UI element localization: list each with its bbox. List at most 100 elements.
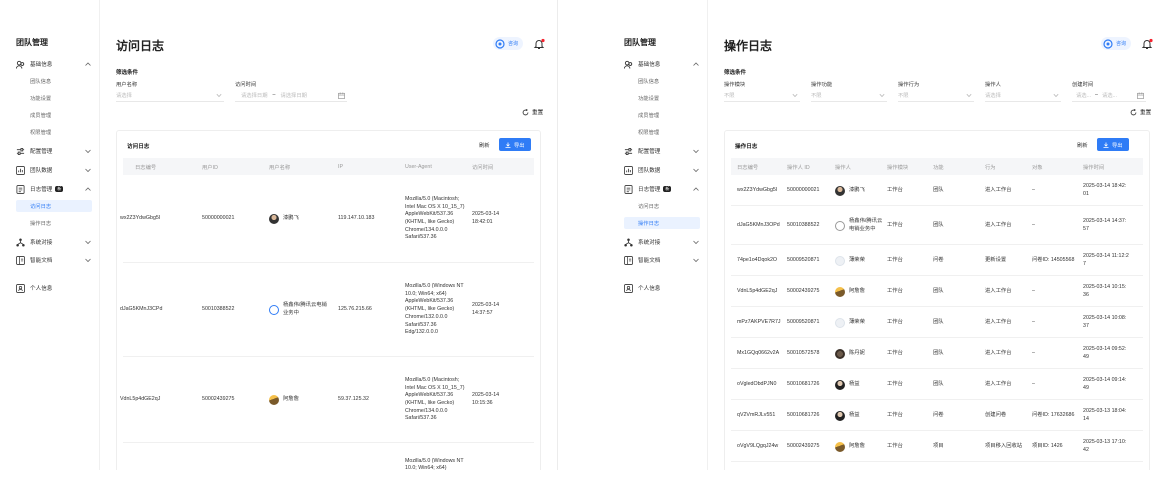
table-row[interactable]: Mozilla/5.0 (Windows NT 10.0; Win64; x64… — [123, 443, 534, 470]
table-row[interactable]: VdnL5p4dGE2qJ 50002439275 阿詹詹 工作台 团队 进入工作台 – 20… — [731, 276, 1143, 307]
table-row[interactable]: qV2VmRJLv551 50010681726 杨益 工作台 问卷 创建问卷 问卷ID: … — [731, 400, 1143, 431]
sidebar-group-logs[interactable]: 日志管理 新 — [624, 182, 702, 196]
ai-assistant-icon — [1103, 38, 1113, 49]
function-cell: 团队 — [933, 318, 944, 325]
target-cell: 问卷ID: 14505568 — [1032, 256, 1075, 263]
sidebar-item-access-log[interactable]: 访问日志 — [16, 200, 92, 212]
sidebar-group-config[interactable]: 配置管理 — [624, 144, 702, 158]
notification-bell-icon[interactable] — [1141, 37, 1153, 49]
access-time-cell: 2025-03-14 10:15:36 — [472, 392, 500, 406]
table-row[interactable]: dJaG5KMnJ3CPd 50010388522 杨鑫伟/腾讯云电销业务中 1… — [120, 263, 534, 357]
action-cell: 进入工作台 — [985, 287, 1012, 294]
operator-select-placeholder: 请选择 — [985, 93, 1001, 99]
ai-consult-button[interactable]: 咨询 — [493, 37, 524, 50]
sidebar-group-docs[interactable]: 智能文档 — [624, 253, 702, 267]
sidebar-group-profile[interactable]: 个人信息 — [16, 281, 94, 295]
ai-consult-button[interactable]: 咨询 — [1101, 37, 1132, 50]
reset-button[interactable]: 重置 — [522, 108, 543, 116]
table-row[interactable]: 74pe1o4Dqok2O 50009520871 薄荣荣 工作台 问卷 更新设置 问卷ID… — [731, 245, 1143, 276]
sidebar-item-feature-settings[interactable]: 功能设置 — [638, 92, 659, 104]
sidebar-group-profile[interactable]: 个人信息 — [624, 281, 702, 295]
user-select-placeholder: 请选择 — [116, 93, 132, 99]
function-select[interactable]: 不限 — [811, 89, 887, 102]
sidebar-item-members[interactable]: 成员管理 — [30, 109, 51, 121]
sidebar-group-basic[interactable]: 基础信息 — [624, 57, 702, 71]
sidebar-group-data[interactable]: 团队数据 — [624, 163, 702, 177]
operation-time-cell: 2025-03-13 15:43:43 — [1083, 462, 1129, 471]
start-date-input[interactable]: 请选... — [1076, 91, 1091, 99]
export-icon — [505, 142, 511, 148]
sidebar-item-team-info[interactable]: 团队信息 — [638, 75, 659, 87]
sidebar-item-operation-log[interactable]: 操作日志 — [30, 217, 51, 229]
avatar — [835, 255, 845, 266]
end-date-input[interactable]: 请选... — [1102, 91, 1117, 99]
column-header: 日志编号 — [737, 164, 759, 171]
user-name-cell: 漆鹏飞 — [269, 175, 331, 263]
sidebar-group-docs[interactable]: 智能文档 — [16, 253, 94, 267]
start-date-input[interactable]: 请选择日期 — [241, 91, 268, 99]
range-separator: – — [272, 92, 276, 98]
sidebar-item-access-log[interactable]: 访问日志 — [638, 200, 659, 212]
function-cell: 团队 — [933, 287, 944, 294]
sidebar-item-operation-log[interactable]: 操作日志 — [624, 217, 700, 229]
table-row[interactable]: mPz7AKPVE7R7J 50009520871 薄荣荣 工作台 团队 进入工作台 – 20… — [731, 307, 1143, 338]
export-button[interactable]: 导出 — [499, 138, 531, 151]
table-row[interactable]: wx2Z3YdwGbg5I 50000000021 漆鹏飞 工作台 团队 进入工作台 – 20… — [731, 175, 1143, 206]
action-select[interactable]: 不限 — [898, 89, 974, 102]
export-button[interactable]: 导出 — [1097, 138, 1129, 151]
main-content: 访问日志 咨询 筛选条件 用户名称 请选择 访问时间 请选择日期 – 请选择日期… — [100, 0, 557, 470]
table-row[interactable]: VdnL5p4dGE2qJ 50002439275 阿詹詹 59.37.125.… — [120, 357, 534, 443]
table-row[interactable]: wx2Z3YdwGbg5I 50000000021 漆鹏飞 119.147.10… — [120, 175, 534, 263]
sidebar-item-members[interactable]: 成员管理 — [638, 109, 659, 121]
user-select[interactable]: 请选择 — [116, 89, 224, 102]
user-id-cell: 50002439275 — [202, 396, 235, 403]
access-log-table-card: 访问日志 刷新 导出 日志编号 用户ID 用户名称 IP User-Agent … — [116, 130, 541, 470]
sidebar-group-label: 配置管理 — [30, 149, 53, 155]
date-range-picker[interactable]: 请选择日期 – 请选择日期 — [235, 89, 347, 102]
table-row[interactable]: Mx1GQq0662v2A 50010572578 陈丹妮 工作台 团队 进入工作台 – 20… — [731, 338, 1143, 369]
operator-name: 漆鹏飞 — [849, 186, 865, 193]
sidebar-item-permissions[interactable]: 权限管理 — [30, 126, 51, 138]
operator-select[interactable]: 请选择 — [985, 89, 1061, 102]
table-row[interactable]: dJaG5KMnJ3OPd 50010388522 杨鑫伟/腾讯云电销业务中 工作台 团… — [731, 206, 1143, 245]
sidebar-item-permissions[interactable]: 权限管理 — [638, 126, 659, 138]
user-card-icon — [624, 283, 633, 293]
sidebar-group-data[interactable]: 团队数据 — [16, 163, 94, 177]
sidebar-group-label: 日志管理 — [30, 187, 53, 193]
operator-id-cell: 50010572578 — [787, 349, 820, 356]
main-content: 操作日志 咨询 筛选条件 操作模块 不限 操作功能 不限 操作行为 不限 操作人… — [708, 0, 1166, 470]
sidebar-group-basic[interactable]: 基础信息 — [16, 57, 94, 71]
operation-log-table-card: 操作日志 刷新 导出 日志编号 操作人 ID 操作人 操作模块 功能 行为 对象… — [724, 130, 1150, 470]
function-cell: 问卷 — [933, 256, 944, 263]
end-date-input[interactable]: 请选择日期 — [280, 91, 307, 99]
sidebar-group-integration[interactable]: 系统对接 — [624, 235, 702, 249]
sidebar-group-label: 智能文档 — [638, 258, 661, 264]
sidebar-group-label: 智能文档 — [30, 258, 53, 264]
export-icon — [1103, 142, 1109, 148]
notification-bell-icon[interactable] — [533, 37, 545, 49]
action-cell: 更新设置 — [985, 256, 1007, 263]
sidebar-group-logs[interactable]: 日志管理 新 — [16, 182, 94, 196]
sidebar-group-config[interactable]: 配置管理 — [16, 144, 94, 158]
reset-label: 重置 — [1140, 110, 1152, 116]
log-id-cell: dJaG5KMnJ3OPd — [737, 221, 780, 228]
column-header: IP — [338, 163, 344, 170]
operation-log-screen: 团队管理 基础信息 团队信息 功能设置 成员管理 权限管理 配置管理 团队数据 … — [608, 0, 1166, 470]
refresh-button[interactable]: 刷新 — [1071, 138, 1094, 151]
table-row[interactable]: vX2XQ918mmRvM 50002439275 阿詹詹工作台问卷更新问卷问卷ID… — [731, 462, 1143, 471]
log-id-cell: Mx1GQq0662v2A — [737, 349, 780, 356]
table-row[interactable]: oVgledObdPJN0 50010681726 杨益 工作台 团队 进入工作台 – 202… — [731, 369, 1143, 400]
chevron-down-icon — [692, 238, 700, 246]
date-range-picker[interactable]: 请选... – 请选... — [1072, 89, 1146, 102]
filter-heading: 筛选条件 — [116, 70, 139, 76]
table-row[interactable]: oVgV9LQgqJ24w 50002439275 阿詹詹 工作台 项目 项目移入回收站 项… — [731, 431, 1143, 462]
action-cell: 进入工作台 — [985, 318, 1012, 325]
module-select[interactable]: 不限 — [724, 89, 800, 102]
sidebar-item-feature-settings[interactable]: 功能设置 — [30, 92, 51, 104]
sidebar-item-team-info[interactable]: 团队信息 — [30, 75, 51, 87]
reset-button[interactable]: 重置 — [1130, 108, 1151, 116]
module-cell: 工作台 — [887, 442, 903, 449]
sidebar-group-integration[interactable]: 系统对接 — [16, 235, 94, 249]
refresh-button[interactable]: 刷新 — [473, 138, 496, 151]
function-cell: 问卷 — [933, 462, 977, 470]
